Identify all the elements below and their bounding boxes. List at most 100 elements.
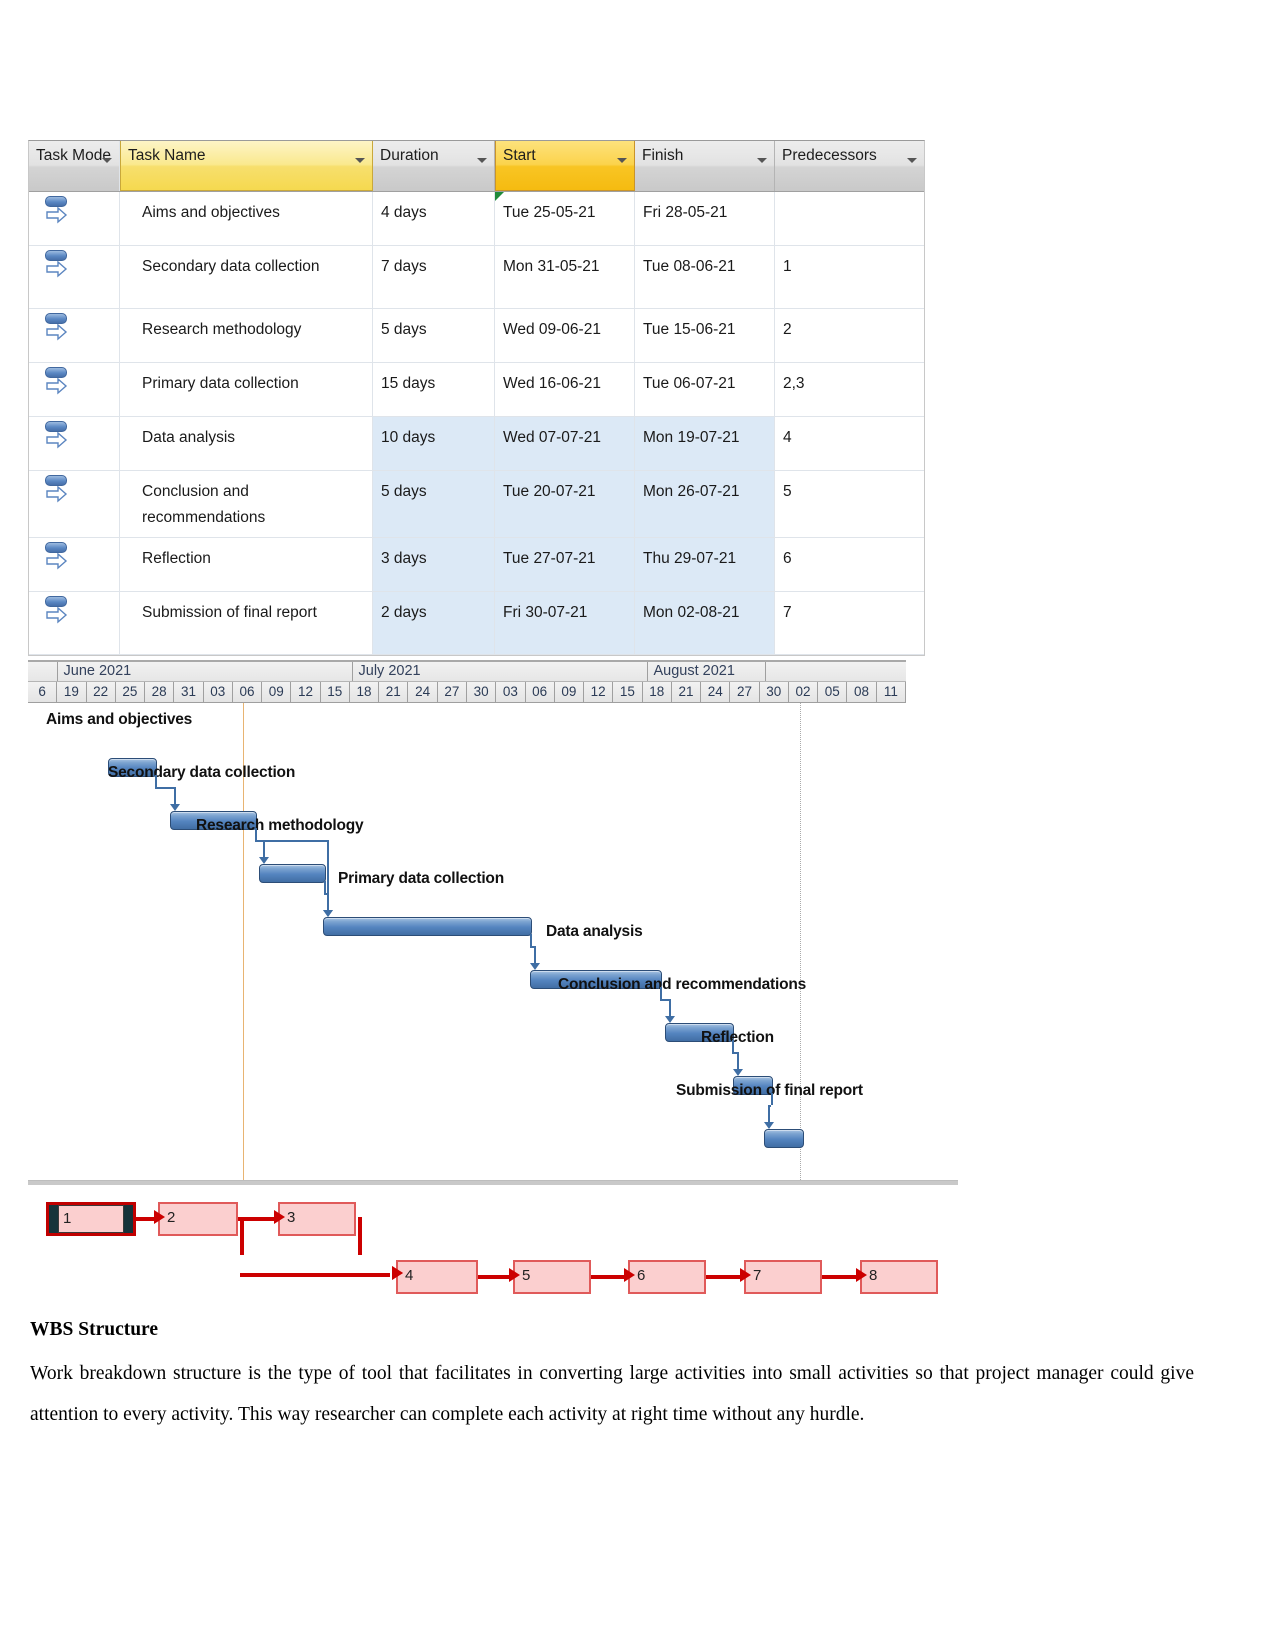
gantt-bar[interactable] [323,917,532,936]
cell-task-name[interactable]: Secondary data collection [120,246,373,308]
cell-start[interactable]: Wed 09-06-21 [495,309,635,362]
cell-task-name[interactable]: Aims and objectives [120,192,373,245]
network-node[interactable]: 4 [396,1260,478,1294]
network-link-arrow [154,1210,165,1224]
cell-task-mode[interactable] [29,192,120,245]
table-row[interactable]: Primary data collection 15 days Wed 16-06-… [29,363,924,417]
cell-start[interactable]: Wed 16-06-21 [495,363,635,416]
day-tick: 19 [57,682,87,702]
column-header-start[interactable]: Start [495,141,635,191]
wbs-paragraph: Work breakdown structure is the type of … [30,1363,1194,1425]
cell-finish[interactable]: Tue 15-06-21 [635,309,775,362]
gantt-dependency-arrow [733,1069,743,1076]
network-link [240,1217,244,1255]
cell-task-mode[interactable] [29,417,120,470]
column-header-task-name[interactable]: Task Name [120,141,373,191]
network-node[interactable]: 6 [628,1260,706,1294]
network-node[interactable]: 5 [513,1260,591,1294]
cell-finish[interactable]: Mon 19-07-21 [635,417,775,470]
network-node[interactable]: 1 [46,1202,136,1236]
auto-schedule-icon[interactable] [43,475,69,509]
cell-task-mode[interactable] [29,309,120,362]
table-row[interactable]: Submission of final report 2 days Fri 30-0… [29,592,924,655]
network-node[interactable]: 7 [744,1260,822,1294]
chevron-down-icon[interactable] [907,158,917,163]
column-header-finish[interactable]: Finish [635,141,775,191]
chevron-down-icon[interactable] [355,158,365,163]
cell-task-mode[interactable] [29,363,120,416]
cell-predecessors[interactable]: 4 [775,417,924,470]
column-header-predecessors[interactable]: Predecessors [775,141,924,191]
cell-duration[interactable]: 3 days [373,538,495,591]
cell-task-mode[interactable] [29,471,120,537]
cell-predecessors[interactable]: 2 [775,309,924,362]
table-row[interactable]: Secondary data collection 7 days Mon 31-05… [29,246,924,309]
column-header-task-mode[interactable]: Task Mode [29,141,120,191]
cell-duration[interactable]: 10 days [373,417,495,470]
cell-task-name[interactable]: Conclusion and recommendations [120,471,373,537]
cell-duration[interactable]: 15 days [373,363,495,416]
cell-start[interactable]: Mon 31-05-21 [495,246,635,308]
table-row[interactable]: Reflection 3 days Tue 27-07-21 Thu 29-07-21… [29,538,924,592]
cell-start[interactable]: Tue 25-05-21 [495,192,635,245]
chevron-down-icon[interactable] [617,158,627,163]
cell-start[interactable]: Tue 27-07-21 [495,538,635,591]
cell-finish[interactable]: Mon 26-07-21 [635,471,775,537]
selection-handle-left[interactable] [49,1205,58,1233]
cell-start-label: Wed 16-06-21 [503,375,601,392]
network-node[interactable]: 3 [278,1202,356,1236]
cell-predecessors[interactable]: 6 [775,538,924,591]
network-node[interactable]: 8 [860,1260,938,1294]
table-row[interactable]: Conclusion and recommendations 5 days Tue … [29,471,924,538]
auto-schedule-icon[interactable] [43,421,69,455]
cell-task-name[interactable]: Reflection [120,538,373,591]
cell-duration[interactable]: 2 days [373,592,495,654]
cell-finish[interactable]: Fri 28-05-21 [635,192,775,245]
table-row[interactable]: Data analysis 10 days Wed 07-07-21 Mon 19-0… [29,417,924,471]
selection-handle-right[interactable] [124,1205,133,1233]
auto-schedule-icon[interactable] [43,542,69,576]
auto-schedule-icon[interactable] [43,196,69,230]
cell-duration[interactable]: 7 days [373,246,495,308]
cell-predecessors[interactable]: 2,3 [775,363,924,416]
chevron-down-icon[interactable] [757,158,767,163]
cell-finish[interactable]: Thu 29-07-21 [635,538,775,591]
auto-schedule-icon[interactable] [43,250,69,284]
cell-predecessors[interactable] [775,192,924,245]
cell-task-mode[interactable] [29,246,120,308]
column-header-duration[interactable]: Duration [373,141,495,191]
cell-predecessors[interactable]: 5 [775,471,924,537]
cell-predecessors[interactable]: 7 [775,592,924,654]
cell-finish[interactable]: Tue 08-06-21 [635,246,775,308]
gantt-dependency-link [324,881,326,893]
cell-task-name[interactable]: Primary data collection [120,363,373,416]
cell-duration[interactable]: 5 days [373,471,495,537]
cell-duration[interactable]: 5 days [373,309,495,362]
gantt-bar[interactable] [764,1129,804,1148]
cell-start[interactable]: Tue 20-07-21 [495,471,635,537]
cell-duration[interactable]: 4 days [373,192,495,245]
cell-task-mode[interactable] [29,538,120,591]
chevron-down-icon[interactable] [102,158,112,163]
column-header-duration-label: Duration [380,147,439,164]
gantt-dependency-link [660,999,669,1001]
cell-task-name[interactable]: Submission of final report [120,592,373,654]
cell-task-name[interactable]: Research methodology [120,309,373,362]
cell-task-name[interactable]: Data analysis [120,417,373,470]
cell-start[interactable]: Wed 07-07-21 [495,417,635,470]
table-row[interactable]: Research methodology 5 days Wed 09-06-21 Tu… [29,309,924,363]
table-header-row: Task Mode Task Name Duration Start Finis… [29,141,924,192]
cell-finish[interactable]: Mon 02-08-21 [635,592,775,654]
chevron-down-icon[interactable] [477,158,487,163]
cell-start[interactable]: Fri 30-07-21 [495,592,635,654]
table-row[interactable]: Aims and objectives 4 days Tue 25-05-21 Fri… [29,192,924,246]
cell-task-mode[interactable] [29,592,120,654]
auto-schedule-icon[interactable] [43,596,69,630]
day-tick: 24 [701,682,731,702]
auto-schedule-icon[interactable] [43,313,69,347]
cell-predecessors[interactable]: 1 [775,246,924,308]
network-node[interactable]: 2 [158,1202,238,1236]
auto-schedule-icon[interactable] [43,367,69,401]
gantt-bar[interactable] [259,864,326,883]
cell-finish[interactable]: Tue 06-07-21 [635,363,775,416]
